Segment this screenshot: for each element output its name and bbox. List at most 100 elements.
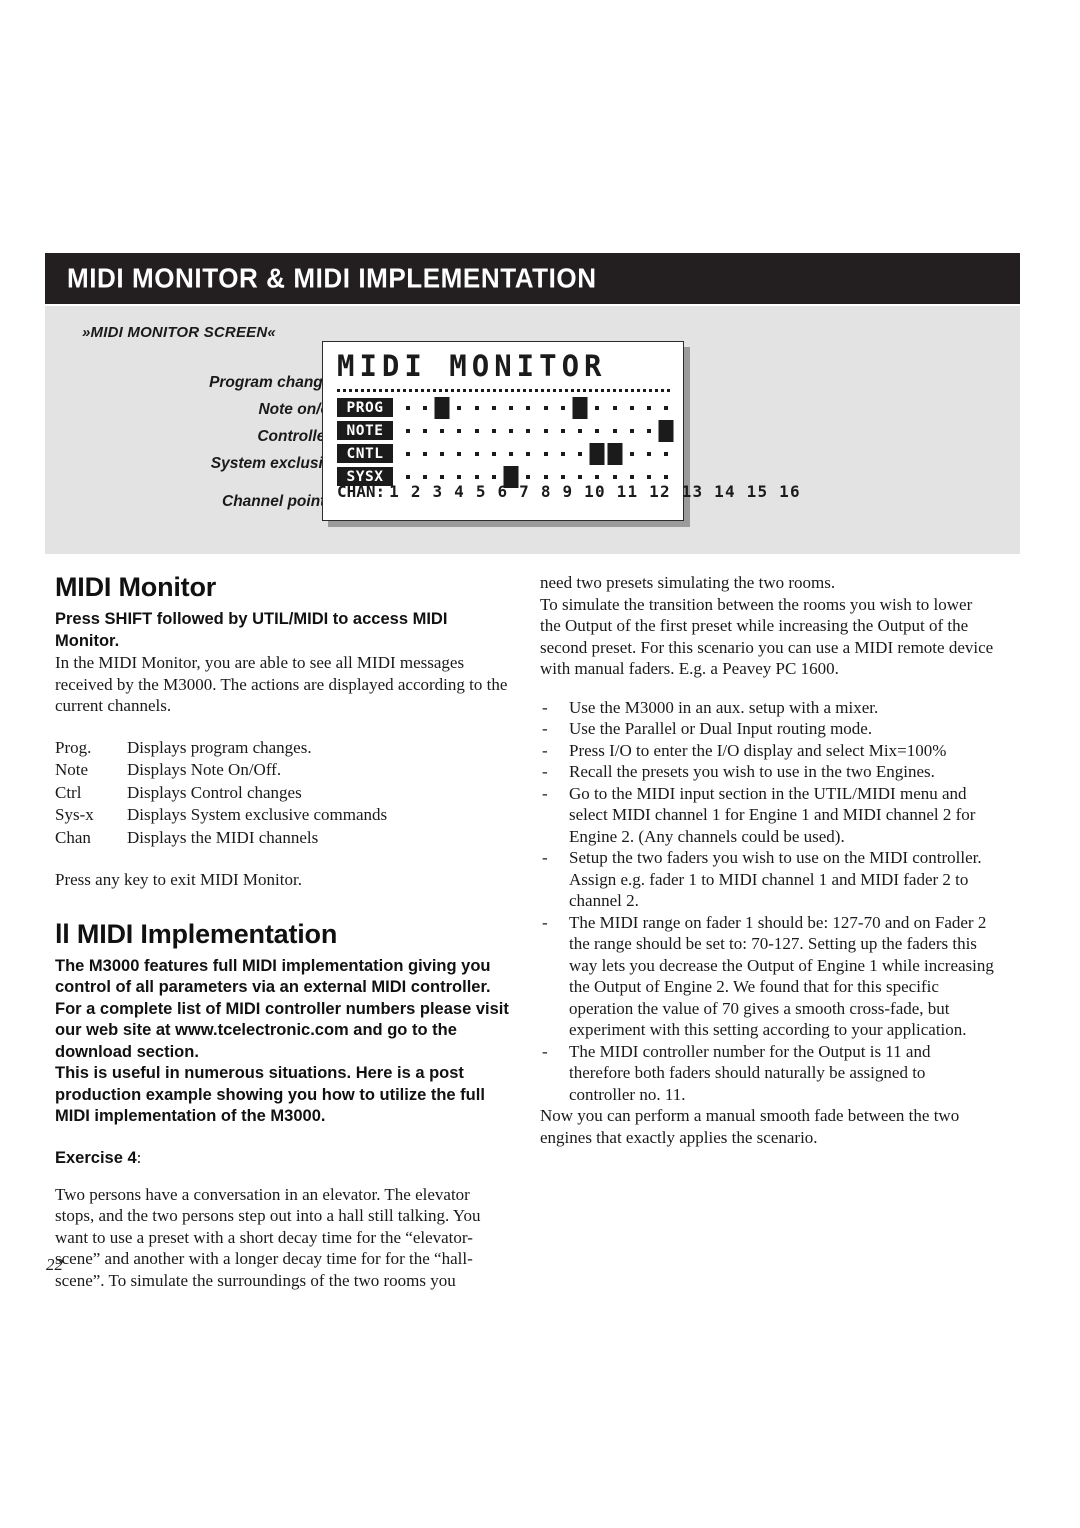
lcd-idle-dot: [612, 428, 617, 433]
lcd-row-cntl: CNTL: [337, 442, 677, 465]
lcd-idle-dot: [612, 405, 617, 410]
definition-description: Displays System exclusive commands: [127, 805, 388, 824]
lcd-idle-dot: [647, 405, 652, 410]
lcd-idle-dot: [509, 451, 514, 456]
table-row: Sys-x Displays System exclusive commands: [55, 804, 387, 827]
page-title: MIDI MONITOR & MIDI IMPLEMENTATION: [67, 261, 597, 293]
definition-description: Displays program changes.: [127, 737, 312, 757]
table-row: Chan Displays the MIDI channels: [55, 827, 387, 850]
list-item-text: Recall the presets you wish to use in th…: [569, 762, 935, 781]
list-item-text: The MIDI controller number for the Outpu…: [569, 1041, 931, 1104]
figure-caption: »MIDI MONITOR SCREEN«: [82, 324, 276, 341]
list-item-text: Press I/O to enter the I/O display and s…: [569, 740, 947, 760]
lcd-idle-dot: [647, 474, 652, 479]
lcd-idle-dot: [543, 405, 548, 410]
lcd-idle-dot: [543, 451, 548, 456]
definition-term: Chan: [55, 827, 91, 847]
definition-term: Prog.: [55, 737, 92, 757]
lcd-idle-dot: [440, 428, 445, 433]
lcd-activity-block: [607, 442, 623, 465]
lcd-message-rows: PROG NOTE CNTL SYSX: [337, 396, 677, 488]
lcd-idle-dot: [595, 428, 600, 433]
bullet-dash: -: [542, 783, 548, 803]
lcd-channel-pointer-row: CHAN: 1 2 3 4 5 6 7 8 9 10 11 12 13 14 15…: [337, 482, 801, 501]
list-item-text: Use the M3000 in an aux. setup with a mi…: [569, 697, 879, 717]
list-item: - The MIDI controller number for the Outp…: [540, 1041, 995, 1106]
lcd-idle-dot: [629, 428, 634, 433]
list-item: - Setup the two faders you wish to use on…: [540, 847, 995, 912]
bullet-dash: -: [542, 848, 548, 867]
midi-monitor-lcd-screen: MIDI MONITOR PROG NOTE CNTL SYSX CHAN: 1 …: [322, 341, 800, 521]
lcd-idle-dot: [664, 451, 669, 456]
lcd-idle-dot: [457, 428, 462, 433]
callout-program-changes: Program changes: [209, 374, 340, 391]
list-item: - Go to the MIDI input section in the UTI…: [540, 783, 995, 848]
lcd-idle-dot: [509, 405, 514, 410]
lcd-idle-dot: [612, 474, 617, 479]
lcd-idle-dot: [491, 428, 496, 433]
definition-description: Displays Control changes: [127, 782, 302, 802]
page-number: 22: [46, 1255, 63, 1274]
lcd-idle-dot: [422, 428, 427, 433]
exercise-heading: Exercise 4:: [55, 1148, 510, 1168]
lcd-idle-dot: [422, 474, 427, 479]
lcd-idle-dot: [526, 451, 531, 456]
bullet-dash: -: [542, 740, 548, 760]
lcd-row-tag: CNTL: [337, 444, 393, 463]
list-item: - The MIDI range on fader 1 should be: 12…: [540, 912, 995, 1041]
lcd-idle-dot: [457, 474, 462, 479]
lcd-idle-dot: [647, 451, 652, 456]
lcd-idle-dot: [543, 474, 548, 479]
lcd-idle-dot: [422, 405, 427, 410]
midi-monitor-intro-paragraph: In the MIDI Monitor, you are able to see…: [55, 653, 508, 715]
exercise-label: Exercise 4: [55, 1148, 137, 1167]
exercise-colon: :: [136, 1147, 142, 1167]
lcd-row-cells: [399, 419, 675, 442]
lcd-idle-dot: [578, 428, 583, 433]
exercise-continuation: need two presets simulating the two room…: [540, 573, 836, 592]
heading-midi-monitor: MIDI Monitor: [55, 572, 217, 602]
lcd-idle-dot: [457, 451, 462, 456]
list-item: - Use the M3000 in an aux. setup with a m…: [540, 697, 995, 719]
lcd-row-prog: PROG: [337, 396, 677, 419]
lcd-idle-dot: [629, 405, 634, 410]
lcd-idle-dot: [560, 474, 565, 479]
lcd-idle-dot: [491, 474, 496, 479]
scenario-paragraph: To simulate the transition between the r…: [540, 594, 994, 679]
list-item: - Recall the presets you wish to use in t…: [540, 761, 995, 783]
lcd-idle-dot: [595, 474, 600, 479]
lcd-row-tag: PROG: [337, 398, 393, 417]
lcd-idle-dot: [491, 405, 496, 410]
midi-monitor-access-instruction: Press SHIFT followed by UTIL/MIDI to acc…: [55, 610, 448, 650]
section-header-bar: MIDI MONITOR & MIDI IMPLEMENTATION: [45, 253, 1020, 304]
lcd-idle-dot: [474, 451, 479, 456]
lcd-row-cells: [399, 442, 675, 465]
lcd-idle-dot: [664, 405, 669, 410]
lcd-row-note: NOTE: [337, 419, 677, 442]
lcd-activity-block: [434, 396, 450, 419]
definition-description: Displays the MIDI channels: [127, 827, 319, 847]
closing-paragraph: Now you can perform a manual smooth fade…: [540, 1106, 960, 1147]
lcd-idle-dot: [405, 474, 410, 479]
lcd-idle-dot: [474, 428, 479, 433]
bullet-dash: -: [542, 762, 548, 781]
bullet-dash: -: [542, 697, 548, 717]
lcd-idle-dot: [560, 405, 565, 410]
manual-page: MIDI MONITOR & MIDI IMPLEMENTATION »MIDI…: [0, 0, 1080, 1528]
lcd-idle-dot: [647, 428, 652, 433]
lcd-idle-dot: [543, 428, 548, 433]
list-item-text: Go to the MIDI input section in the UTIL…: [569, 783, 976, 846]
table-row: Prog. Displays program changes.: [55, 737, 387, 760]
list-item: - Press I/O to enter the I/O display and …: [540, 740, 995, 762]
lcd-divider-dotted: [337, 389, 673, 392]
left-text-column: MIDI Monitor Press SHIFT followed by UTI…: [55, 572, 510, 1291]
lcd-row-tag: NOTE: [337, 421, 393, 440]
lcd-idle-dot: [526, 474, 531, 479]
lcd-idle-dot: [457, 405, 462, 410]
lcd-idle-dot: [474, 474, 479, 479]
lcd-idle-dot: [629, 451, 634, 456]
lcd-idle-dot: [440, 451, 445, 456]
list-item-text: The MIDI range on fader 1 should be: 127…: [569, 912, 994, 1040]
lcd-idle-dot: [664, 474, 669, 479]
lcd-idle-dot: [578, 451, 583, 456]
